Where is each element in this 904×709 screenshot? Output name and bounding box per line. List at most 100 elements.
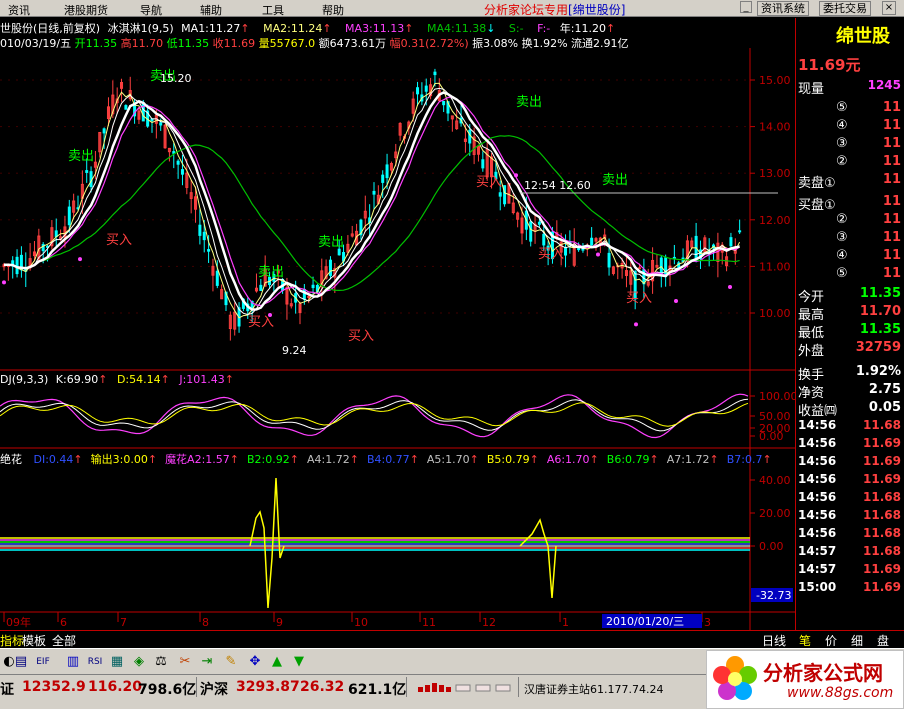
page-icon[interactable]: ▤ bbox=[12, 653, 30, 671]
lower-indicator-value: 魔花A2:1.57 bbox=[165, 453, 230, 466]
stat-value: 2.75 bbox=[868, 382, 901, 397]
ma3-value: MA3:11.13 bbox=[345, 22, 405, 35]
lower-indicator-value: B7:0.7 bbox=[726, 453, 763, 466]
menu-item-assist[interactable]: 辅助 bbox=[200, 2, 222, 18]
tick-price: 11.69 bbox=[863, 472, 901, 486]
kline-icon[interactable]: ▥ bbox=[64, 653, 82, 671]
tab-detail[interactable]: 细 bbox=[851, 632, 863, 649]
close-value: 收11.69 bbox=[212, 37, 256, 50]
float-value: 流通2.91亿 bbox=[571, 37, 629, 50]
current-volume-row: 现量 1245 bbox=[798, 78, 903, 97]
trade-tick-row: 14:56 11.68 bbox=[798, 418, 903, 436]
moving-average-line bbox=[4, 96, 740, 307]
candle-body bbox=[337, 248, 341, 256]
minimize-icon[interactable]: _ bbox=[740, 1, 752, 13]
tab-ticks[interactable]: 笔 bbox=[799, 632, 811, 649]
chart-info-line-1: 世股份(日线,前复权) 冰淇淋1(9,5) MA1:11.27↑ MA2:11.… bbox=[0, 22, 616, 35]
tick-price: 11.68 bbox=[863, 526, 901, 540]
tick-time: 14:56 bbox=[798, 418, 837, 432]
buy-signal-label: 买入 bbox=[248, 315, 274, 330]
candle-body bbox=[642, 269, 646, 285]
month-label: 9 bbox=[276, 616, 283, 629]
trade-order-button[interactable]: 委托交易 bbox=[819, 1, 871, 16]
candle-body bbox=[537, 221, 541, 225]
grid-icon[interactable]: ▦ bbox=[108, 653, 126, 671]
menu-item-navigate[interactable]: 导航 bbox=[140, 2, 162, 18]
sell-level-value: 11 bbox=[882, 118, 901, 133]
quote-panel: 绵世股 11.69元 现量 1245 ⑤ 11 ④ 11 ③ 11 ② 11 卖盘① 11 买盘①… bbox=[795, 18, 904, 630]
tab-price[interactable]: 价 bbox=[825, 632, 837, 649]
candle-body bbox=[638, 267, 642, 270]
balance-icon[interactable]: ⚖ bbox=[152, 653, 170, 671]
stat-row: 收益㈣ 0.05 bbox=[798, 400, 903, 419]
sh-index: 3293.87 bbox=[236, 679, 300, 695]
signal-dot bbox=[634, 322, 638, 327]
trade-tick-row: 14:57 11.68 bbox=[798, 544, 903, 562]
lower-axis-label: 20.00 bbox=[759, 507, 791, 520]
kline-chart-area[interactable]: 15.00 14.00 13.00 12.00 11.00 10.00 卖出 卖出 卖出 卖出 卖出… bbox=[0, 18, 795, 630]
tab-indicator[interactable]: 指标 bbox=[0, 632, 24, 649]
buy-level-value: 11 bbox=[882, 248, 901, 263]
buy-level-row: ② 11 bbox=[798, 212, 903, 230]
tick-price: 11.69 bbox=[863, 454, 901, 468]
lower-indicator-value: B6:0.79 bbox=[606, 453, 650, 466]
lower-indicator-header: 绝花 DI:0.44↑ 输出3:0.00↑ 魔花A2:1.57↑ B2:0.92↑ A4… bbox=[0, 451, 772, 467]
tab-book[interactable]: 盘 bbox=[877, 632, 889, 649]
lower-indicator-value: A4:1.72 bbox=[306, 453, 350, 466]
candle-body bbox=[67, 206, 71, 226]
period-label[interactable]: 日线 bbox=[762, 632, 786, 649]
stock-tag: [绵世股份] bbox=[568, 3, 626, 17]
tick-time: 15:00 bbox=[798, 580, 837, 594]
candle-body bbox=[207, 249, 211, 252]
menu-item-tools[interactable]: 工具 bbox=[262, 2, 284, 18]
close-icon[interactable]: × bbox=[882, 1, 896, 15]
candle-body bbox=[529, 221, 533, 242]
tab-all[interactable]: 全部 bbox=[52, 632, 76, 649]
tick-time: 14:56 bbox=[798, 436, 837, 450]
kdj-title: DJ(9,3,3) bbox=[0, 373, 49, 386]
menu-item-hk-futures[interactable]: 港股期货 bbox=[64, 2, 108, 18]
news-system-button[interactable]: 资讯系统 bbox=[757, 1, 809, 16]
current-volume-value: 1245 bbox=[867, 78, 901, 92]
rsi-icon[interactable]: RSI bbox=[86, 653, 104, 671]
tick-price: 11.68 bbox=[863, 508, 901, 522]
stat-label: 最高 bbox=[798, 308, 825, 323]
low-price-mark: 9.24 bbox=[282, 344, 307, 357]
tab-template[interactable]: 模板 bbox=[22, 632, 46, 649]
trend-arrow-icon: ↑ bbox=[762, 453, 772, 466]
s-value: S:- bbox=[508, 22, 524, 35]
buy-level-value: 11 bbox=[882, 266, 901, 281]
export-icon[interactable]: ⇥ bbox=[198, 653, 216, 671]
up-arrow-icon[interactable]: ▲ bbox=[268, 653, 286, 671]
price-axis-label: 15.00 bbox=[759, 74, 791, 87]
candle-body bbox=[124, 105, 128, 110]
amplitude-value: 振3.08% bbox=[472, 37, 519, 50]
sell-signal-label: 卖出 bbox=[258, 265, 284, 280]
month-label: 10 bbox=[354, 616, 368, 629]
kdj-d-line bbox=[0, 402, 749, 427]
lower-indicator-value: 输出3:0.00 bbox=[90, 453, 148, 466]
trend-arrow-icon: ↑ bbox=[229, 453, 240, 466]
sell-level-label: ② bbox=[836, 154, 848, 169]
candle-body bbox=[498, 192, 502, 197]
pencil-icon[interactable]: ✎ bbox=[222, 653, 240, 671]
month-label: 1 bbox=[562, 616, 569, 629]
trend-arrow-icon: ↑ bbox=[147, 453, 158, 466]
amount-value: 额6473.61万 bbox=[318, 37, 387, 50]
candle-body bbox=[503, 185, 507, 205]
trend-arrow-icon: ↑ bbox=[649, 453, 659, 466]
candle-body bbox=[442, 101, 446, 106]
candle-body bbox=[85, 170, 89, 173]
candle-body bbox=[259, 284, 263, 291]
menu-item-help[interactable]: 帮助 bbox=[322, 2, 344, 18]
price-axis-label: 14.00 bbox=[759, 121, 791, 134]
move-icon[interactable]: ✥ bbox=[246, 653, 264, 671]
chart-icon[interactable]: ◈ bbox=[130, 653, 148, 671]
tools-icon[interactable]: ✂ bbox=[176, 653, 194, 671]
eif-icon[interactable]: EIF bbox=[34, 653, 52, 671]
candle-body bbox=[15, 256, 19, 275]
down-arrow-icon[interactable]: ▼ bbox=[290, 653, 308, 671]
buy-signal-label: 买入 bbox=[626, 291, 652, 306]
menu-item-news[interactable]: 资讯 bbox=[8, 2, 30, 18]
tick-price: 11.69 bbox=[863, 562, 901, 576]
